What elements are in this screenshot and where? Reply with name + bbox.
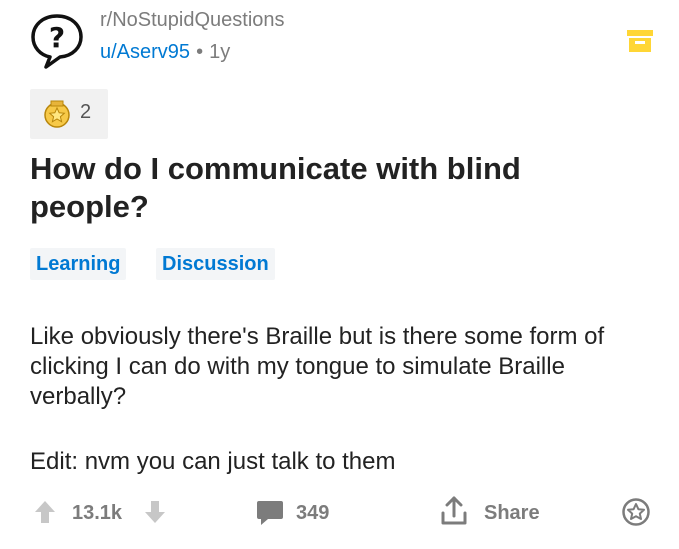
score: 13.1k	[72, 502, 123, 524]
subreddit-question-icon[interactable]: ?	[28, 12, 86, 70]
svg-text:?: ?	[49, 21, 65, 54]
post-title[interactable]: How do I communicate with blind people?	[30, 150, 630, 226]
award-count: 2	[80, 101, 92, 123]
comments-button[interactable]: 349	[254, 492, 354, 532]
awards-pill[interactable]	[30, 89, 108, 139]
flair-discussion[interactable]: Discussion	[156, 248, 275, 280]
post-body: Like obviously there's Braille but is th…	[30, 323, 605, 410]
comment-icon	[257, 501, 283, 525]
action-bar: 13.1k 349 Share	[0, 492, 679, 532]
comment-count: 349	[296, 502, 330, 524]
post-meta: u/Aserv95 • 1y	[100, 40, 230, 64]
share-icon	[441, 496, 467, 525]
flair-learning[interactable]: Learning	[30, 248, 127, 280]
post-edit: Edit: nvm you can just talk to them	[30, 448, 396, 475]
post-card: ? r/NoStupidQuestions u/Aserv95 • 1y 2 How…	[0, 0, 679, 549]
subreddit-name[interactable]: r/NoStupidQuestions	[100, 8, 285, 32]
author-link[interactable]: u/Aserv95	[100, 41, 190, 63]
share-button[interactable]: Share	[440, 492, 560, 532]
downvote-icon[interactable]	[144, 500, 166, 524]
meta-separator: •	[196, 41, 204, 63]
post-age: 1y	[209, 41, 231, 63]
award-icon	[44, 100, 70, 128]
vote-group: 13.1k	[30, 492, 170, 532]
share-label: Share	[484, 502, 540, 524]
save-icon[interactable]	[627, 30, 653, 52]
upvote-icon[interactable]	[34, 500, 56, 524]
give-award-icon[interactable]	[622, 498, 650, 526]
